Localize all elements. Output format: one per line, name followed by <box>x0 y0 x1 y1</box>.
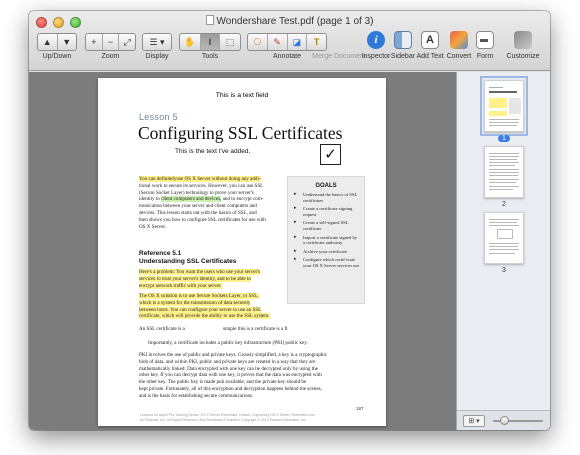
lesson-label: Lesson 5 <box>139 112 178 122</box>
stamp-button[interactable]: ⎔ <box>248 34 268 50</box>
text-field-annotation[interactable]: This is a text field <box>98 92 386 99</box>
slider-knob[interactable] <box>500 416 509 425</box>
highlighter-icon: ◪ <box>292 36 302 47</box>
display-mode-icon: ☰ ▾ <box>149 36 165 47</box>
tools-control: ✋ Ⅰ ⬚ <box>179 33 241 51</box>
info-icon: i <box>367 31 385 49</box>
tools-label: Tools <box>201 53 219 60</box>
sidebar-bottom-bar: ⊞ ▾ <box>457 410 550 430</box>
merge-document-button[interactable]: Merge Document <box>312 31 366 67</box>
zoom-out-button[interactable]: − <box>103 34 120 50</box>
checkbox-annotation[interactable]: ✓ <box>320 144 341 165</box>
goal-item: Archive your certificate <box>288 249 364 255</box>
hand-icon: ✋ <box>184 36 196 47</box>
inspector-button[interactable]: i Inspector <box>361 31 391 67</box>
up-arrow-icon: ▲ <box>42 37 52 47</box>
area-select-tool-button[interactable]: ⬚ <box>220 34 240 50</box>
document-icon <box>205 15 214 25</box>
zoom-fit-button[interactable]: ⤢ <box>119 34 135 50</box>
window-title: Wondershare Test.pdf (page 1 of 3) <box>29 15 550 27</box>
solution-paragraph: The OS X solution is to use Secure Socke… <box>139 293 270 320</box>
intro-paragraph: You can definitelyuse OS X Server withou… <box>139 176 266 230</box>
app-window: Wondershare Test.pdf (page 1 of 3) ▲ ▼ U… <box>29 11 550 430</box>
thumbnail-label: 3 <box>502 267 506 274</box>
certificate-paragraph: An SSL certificate is a simple this is a … <box>139 326 288 332</box>
add-text-button[interactable]: A Add Text <box>415 31 445 67</box>
text-cursor-icon: Ⅰ <box>208 36 212 47</box>
thumbnail-size-menu[interactable]: ⊞ ▾ <box>463 415 485 427</box>
thumbnail-page-3[interactable] <box>484 212 524 264</box>
display-label: Display <box>145 53 169 60</box>
reference-heading: Reference 5.1 Understanding SSL Certific… <box>139 250 237 265</box>
customize-button[interactable]: Customize <box>503 31 543 67</box>
display-menu-button[interactable]: ☰ ▾ <box>143 34 171 50</box>
pki-paragraph: PKI involves the use of public and priva… <box>139 352 328 399</box>
goal-item: Import a certificate signed by a certifi… <box>288 235 364 246</box>
goal-item: Create a self-signed SSL certificate <box>288 220 364 231</box>
page-footer: Lessons for Apple Pro Training Series: O… <box>140 413 315 422</box>
thumbnail-page-2[interactable] <box>484 146 524 198</box>
sidebar-toggle-button[interactable]: Sidebar <box>388 31 418 67</box>
form-icon <box>476 31 494 49</box>
page-number: 187 <box>356 406 364 411</box>
pen-button[interactable]: ✎ <box>268 34 288 50</box>
form-button[interactable]: Form <box>470 31 500 67</box>
highlight-button[interactable]: ◪ <box>288 34 308 50</box>
zoom-in-icon: + <box>91 37 97 47</box>
pen-icon: ✎ <box>273 36 281 47</box>
zoom-label: Zoom <box>101 53 120 60</box>
zoom-control: + − ⤢ <box>85 33 136 51</box>
goal-item: Configure which certif-icate your OS X S… <box>288 257 364 268</box>
pdf-page[interactable]: This is a text field Lesson 5 Configurin… <box>98 78 386 426</box>
thumbnail-page-1[interactable] <box>480 76 528 136</box>
highlighted-text[interactable]: You can definitelyuse OS X Server withou… <box>139 176 261 182</box>
added-text-annotation[interactable]: This is the text I've added. <box>175 148 250 155</box>
selection-rect-icon: ⬚ <box>225 36 235 47</box>
stamp-icon: ⎔ <box>253 36 262 47</box>
toolbar: Wondershare Test.pdf (page 1 of 3) ▲ ▼ U… <box>29 11 550 71</box>
tools-icon <box>514 31 532 49</box>
thumbnail-sidebar: 1 2 3 ⊞ ▾ <box>456 72 550 430</box>
goal-item: Understand the basics of SSL certificate… <box>288 192 364 203</box>
zoom-out-icon: − <box>107 37 114 47</box>
display-control: ☰ ▾ <box>142 33 172 51</box>
zoom-in-button[interactable]: + <box>86 34 103 50</box>
zoom-fit-icon: ⤢ <box>123 36 131 47</box>
hand-tool-button[interactable]: ✋ <box>180 34 201 50</box>
page-down-button[interactable]: ▼ <box>58 34 77 50</box>
goals-box: GOALS Understand the basics of SSL certi… <box>287 176 365 304</box>
updown-control: ▲ ▼ <box>37 33 77 51</box>
convert-icon <box>450 31 468 49</box>
updown-label: Up/Down <box>42 53 72 60</box>
thumbnail-label: 2 <box>502 201 506 208</box>
text-select-tool-button[interactable]: Ⅰ <box>200 34 221 50</box>
add-text-icon: A <box>421 31 439 49</box>
page-up-button[interactable]: ▲ <box>38 34 58 50</box>
thumbnail-label: 1 <box>484 135 524 142</box>
problem-paragraph: Here's a problem: You want the users who… <box>139 269 261 289</box>
sidebar-icon <box>394 31 412 49</box>
goal-item: Create a certificate signing request <box>288 206 364 217</box>
page-title: Configuring SSL Certificates <box>138 123 343 143</box>
highlighted-text[interactable]: client computers and devices, <box>161 196 222 203</box>
pki-intro-paragraph: Importantly, a certificate includes a pu… <box>148 340 308 346</box>
down-arrow-icon: ▼ <box>62 37 72 47</box>
